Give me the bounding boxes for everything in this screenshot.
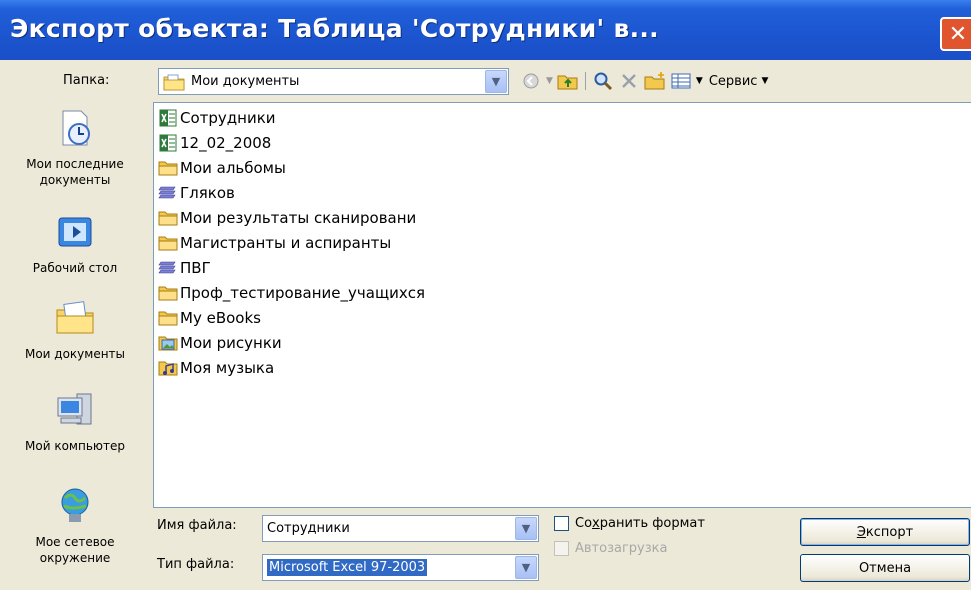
place-label: Рабочий стол [32, 261, 118, 275]
folder-icon [158, 209, 178, 227]
place-recent-documents[interactable]: Мои последние документы [2, 108, 148, 188]
save-format-checkbox[interactable]: Сохранить формат [554, 516, 705, 531]
back-dropdown-icon[interactable]: ▼ [546, 76, 553, 86]
toolbar-separator [584, 72, 586, 90]
file-name: Магистранты и аспиранты [180, 233, 392, 252]
place-my-documents[interactable]: Мои документы [2, 298, 148, 362]
filename-input[interactable]: Сотрудники ▼ [262, 515, 539, 542]
filetype-value: Microsoft Excel 97-2003 [267, 559, 428, 576]
my-documents-icon [163, 74, 185, 90]
tools-menu[interactable]: Сервис [709, 74, 758, 89]
export-button[interactable]: Экспорт [800, 518, 970, 546]
place-desktop[interactable]: Рабочий стол [2, 212, 148, 276]
place-label: Мое сетевое окружение [35, 535, 115, 565]
music-folder-icon [158, 359, 178, 377]
filetype-label: Тип файла: [157, 557, 235, 572]
pictures-folder-icon [158, 334, 178, 352]
chevron-down-icon[interactable]: ▼ [515, 556, 537, 579]
cancel-button-label: Отмена [858, 560, 912, 576]
autostart-checkbox: Автозагрузка [554, 541, 667, 556]
place-my-computer[interactable]: Мой компьютер [2, 390, 148, 454]
file-name: Проф_тестирование_учащихся [180, 283, 425, 302]
file-list-item[interactable]: Сотрудники [158, 107, 276, 128]
place-label: Мои последние документы [26, 157, 124, 187]
file-name: Мои альбомы [180, 158, 286, 177]
file-list-item[interactable]: 12_02_2008 [158, 132, 271, 153]
folder-icon [158, 159, 178, 177]
filename-label: Имя файла: [157, 518, 237, 533]
close-button[interactable]: ✕ [940, 17, 971, 51]
recent-documents-icon [62, 110, 90, 146]
filetype-select[interactable]: Microsoft Excel 97-2003 ▼ [262, 554, 539, 581]
file-list-item[interactable]: ПВГ [158, 257, 211, 278]
window-title: Экспорт объекта: Таблица 'Сотрудники' в.… [10, 14, 659, 43]
up-folder-icon[interactable] [557, 70, 579, 92]
close-icon: ✕ [948, 21, 968, 47]
checkbox-box[interactable] [554, 516, 569, 531]
place-network[interactable]: Мое сетевое окружение [2, 486, 148, 566]
places-bar: Мои последние документы Рабочий стол Мои… [2, 102, 148, 588]
my-documents-icon [56, 301, 94, 334]
tools-dropdown-icon[interactable]: ▼ [761, 76, 768, 86]
place-label: Мои документы [24, 347, 126, 361]
views-dropdown-icon[interactable]: ▼ [696, 76, 703, 86]
file-list[interactable]: Сотрудники 12_02_2008 Мои альбомы Гляков Мои… [153, 102, 971, 508]
toolbar: ▼ ▼ Сервис ▼ [520, 68, 768, 94]
file-name: Мои рисунки [180, 333, 282, 352]
file-name: ПВГ [180, 258, 211, 277]
export-dialog: Папка: Мои документы ▼ ▼ ▼ Сервис ▼ Мои … [0, 60, 971, 590]
save-format-label: Сохранить формат [575, 516, 705, 531]
file-name: 12_02_2008 [180, 133, 272, 152]
network-places-icon [61, 488, 89, 522]
file-name: Гляков [180, 183, 235, 202]
new-folder-icon[interactable] [644, 70, 666, 92]
excel-file-icon [158, 134, 178, 152]
folder-icon [158, 284, 178, 302]
file-list-item[interactable]: Моя музыка [158, 357, 274, 378]
database-stack-icon [158, 184, 178, 202]
filename-value: Сотрудники [267, 521, 350, 536]
autostart-label: Автозагрузка [575, 541, 668, 556]
chevron-down-icon[interactable]: ▼ [485, 70, 507, 93]
folder-combobox[interactable]: Мои документы ▼ [158, 68, 509, 95]
title-bar: Экспорт объекта: Таблица 'Сотрудники' в.… [0, 0, 971, 60]
file-list-item[interactable]: Мои альбомы [158, 157, 286, 178]
my-computer-icon [57, 393, 92, 425]
folder-icon [158, 309, 178, 327]
file-list-item[interactable]: Мои результаты сканировани [158, 207, 416, 228]
file-name: Сотрудники [180, 108, 276, 127]
export-button-label: Экспорт [856, 524, 914, 540]
file-name: Моя музыка [180, 358, 275, 377]
database-stack-icon [158, 259, 178, 277]
file-name: Мои результаты сканировани [180, 208, 417, 227]
delete-icon[interactable] [618, 70, 640, 92]
back-icon[interactable] [520, 70, 542, 92]
folder-label: Папка: [63, 73, 110, 88]
search-web-icon[interactable] [592, 70, 614, 92]
file-name: My eBooks [180, 308, 261, 327]
file-list-item[interactable]: Магистранты и аспиранты [158, 232, 391, 253]
excel-file-icon [158, 109, 178, 127]
views-icon[interactable] [670, 70, 692, 92]
checkbox-box [554, 541, 569, 556]
chevron-down-icon[interactable]: ▼ [515, 517, 537, 540]
folder-icon [158, 234, 178, 252]
folder-value: Мои документы [191, 74, 300, 89]
desktop-icon [58, 217, 92, 247]
file-list-item[interactable]: Гляков [158, 182, 235, 203]
file-list-item[interactable]: Мои рисунки [158, 332, 282, 353]
file-list-item[interactable]: My eBooks [158, 307, 261, 328]
place-label: Мой компьютер [25, 439, 125, 453]
file-list-item[interactable]: Проф_тестирование_учащихся [158, 282, 425, 303]
cancel-button[interactable]: Отмена [800, 554, 970, 582]
